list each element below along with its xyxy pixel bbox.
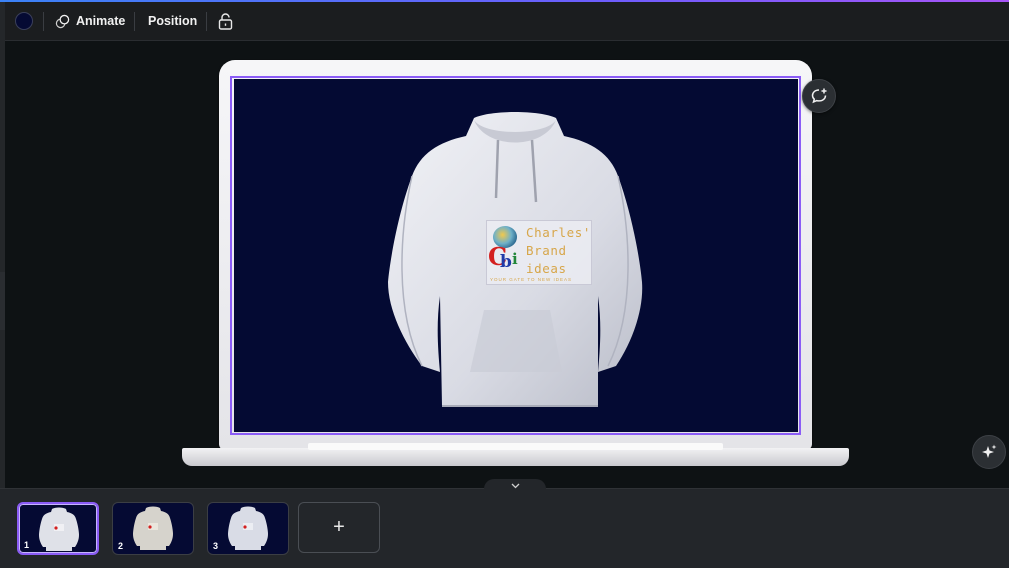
- chevron-down-icon: [511, 483, 519, 489]
- logo-line-1: Charles': [526, 225, 592, 240]
- page-number: 2: [118, 541, 124, 551]
- add-comment-button[interactable]: [802, 79, 836, 113]
- position-label: Position: [148, 14, 198, 28]
- page-thumbnail-3[interactable]: 3: [207, 502, 289, 555]
- toolbar-divider: [43, 12, 44, 31]
- position-button[interactable]: Position: [148, 10, 197, 32]
- background-color-swatch[interactable]: [15, 12, 33, 30]
- hoodie-thumbnail: [133, 506, 173, 550]
- logo-wordmark: Charles' Brand ideas: [526, 224, 591, 278]
- animate-icon: [55, 14, 70, 28]
- laptop-mockup-base: [182, 448, 849, 466]
- lock-icon: [218, 12, 233, 30]
- logo-letter-i: i: [512, 250, 518, 268]
- pages-panel-toggle[interactable]: [484, 479, 546, 493]
- animate-button[interactable]: Animate: [55, 10, 125, 32]
- logo-line-2: Brand: [526, 243, 567, 258]
- toolbar-divider: [206, 12, 207, 31]
- context-toolbar: Animate Position: [5, 2, 1009, 41]
- comment-add-icon: [811, 88, 827, 104]
- add-page-button[interactable]: +: [298, 502, 380, 553]
- page-thumbnail-1[interactable]: 1: [17, 502, 99, 555]
- hoodie-thumbnail: [39, 507, 79, 551]
- page-number: 1: [24, 540, 30, 550]
- magic-assistant-button[interactable]: [972, 435, 1006, 469]
- page-thumbnail-2[interactable]: 2: [112, 502, 194, 555]
- toolbar-divider: [134, 12, 135, 31]
- logo-line-3: ideas: [526, 261, 567, 276]
- logo-letter-b: b: [500, 252, 512, 272]
- lock-button[interactable]: [218, 10, 239, 32]
- page-number: 3: [213, 541, 219, 551]
- plus-icon: +: [333, 516, 345, 538]
- logo-tagline: YOUR GATE TO NEW IDEAS: [490, 277, 573, 282]
- hoodie-thumbnail: [228, 506, 268, 550]
- pages-panel: 1 2 3 +: [0, 488, 1009, 568]
- animate-label: Animate: [76, 14, 126, 28]
- laptop-mockup-hinge: [308, 443, 723, 450]
- sparkle-icon: [982, 444, 997, 458]
